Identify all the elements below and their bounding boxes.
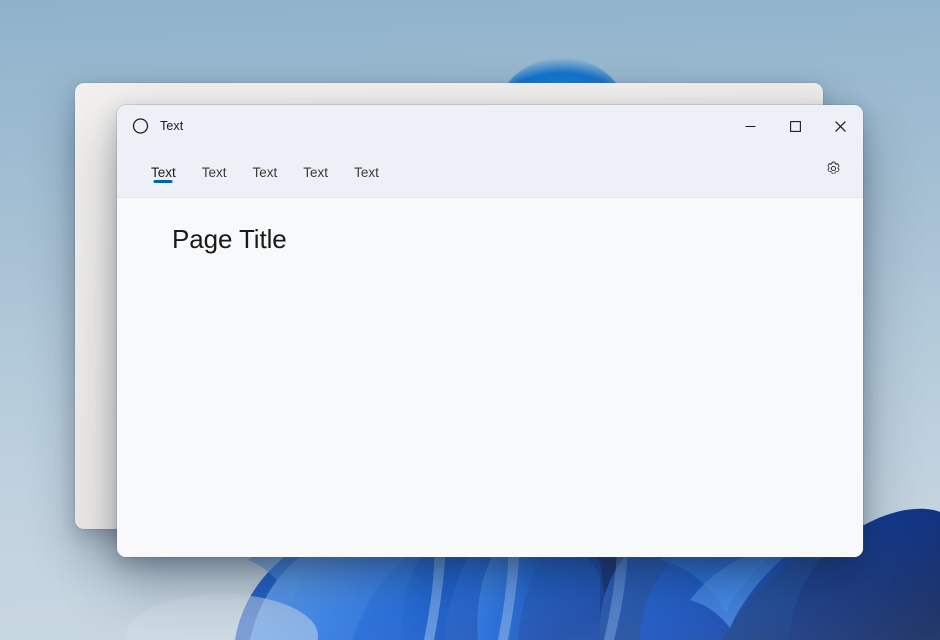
gear-icon	[825, 160, 842, 177]
settings-button[interactable]	[816, 152, 850, 184]
tab-list: Text Text Text Text Text	[117, 147, 392, 191]
tab-label: Text	[354, 164, 379, 182]
desktop: Text	[0, 0, 940, 640]
content-area: Page Title	[117, 198, 863, 557]
minimize-icon	[745, 121, 756, 132]
tab-label: Text	[202, 164, 227, 182]
caption-button-group	[728, 105, 863, 147]
title-bar[interactable]: Text	[117, 105, 863, 147]
tab-label: Text	[253, 164, 278, 182]
tab-1[interactable]: Text	[138, 149, 189, 191]
tab-active-indicator	[154, 180, 173, 183]
close-button[interactable]	[818, 105, 863, 147]
minimize-button[interactable]	[728, 105, 773, 147]
maximize-icon	[790, 121, 801, 132]
maximize-button[interactable]	[773, 105, 818, 147]
tab-2[interactable]: Text	[189, 149, 240, 191]
tab-label: Text	[303, 164, 328, 182]
tab-4[interactable]: Text	[290, 149, 341, 191]
tab-5[interactable]: Text	[341, 149, 392, 191]
window-title: Text	[160, 119, 183, 133]
circle-icon	[132, 118, 149, 135]
tab-bar: Text Text Text Text Text	[117, 147, 863, 198]
close-icon	[835, 121, 846, 132]
tab-3[interactable]: Text	[240, 149, 291, 191]
application-window: Text	[117, 105, 863, 557]
page-title: Page Title	[172, 224, 287, 255]
